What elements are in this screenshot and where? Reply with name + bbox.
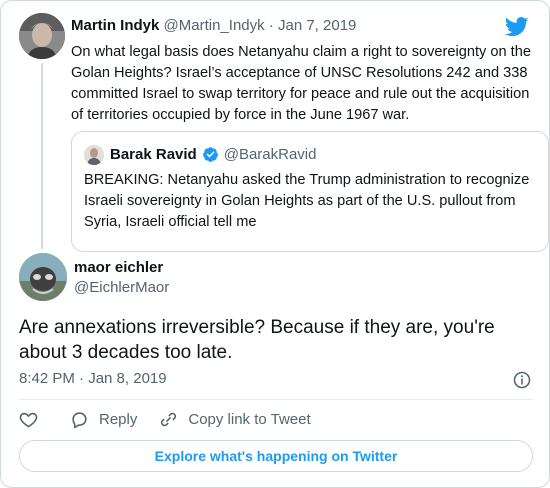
- reply-label: Reply: [99, 410, 138, 428]
- author-name[interactable]: maor eichler: [74, 259, 163, 276]
- quoted-tweet-text: BREAKING: Netanyahu asked the Trump admi…: [84, 172, 530, 230]
- avatar: [84, 145, 104, 165]
- author-name: Barak Ravid: [110, 146, 197, 163]
- parent-tweet-header: Martin Indyk @Martin_Indyk · Jan 7, 2019: [71, 17, 356, 34]
- main-tweet-text: Are annexations irreversible? Because if…: [19, 317, 495, 363]
- avatar[interactable]: [19, 253, 67, 301]
- like-button[interactable]: [19, 410, 48, 429]
- twitter-bird-icon[interactable]: [505, 17, 529, 37]
- tweet-actions: Reply Copy link to Tweet: [19, 408, 333, 430]
- info-icon[interactable]: [513, 371, 531, 389]
- explore-twitter-button[interactable]: Explore what's happening on Twitter: [19, 440, 533, 472]
- separator: ·: [268, 17, 274, 34]
- verified-badge-icon: [202, 147, 218, 162]
- author-handle: @BarakRavid: [223, 146, 317, 163]
- author-name[interactable]: Martin Indyk: [71, 17, 159, 34]
- author-handle[interactable]: @EichlerMaor: [74, 279, 169, 296]
- avatar[interactable]: [19, 13, 65, 59]
- author-handle[interactable]: @Martin_Indyk: [164, 17, 265, 34]
- tweet-date[interactable]: Jan 7, 2019: [278, 17, 356, 34]
- link-icon: [161, 412, 177, 426]
- quoted-tweet[interactable]: Barak Ravid @BarakRavid BREAKING: Netany…: [71, 131, 549, 252]
- heart-icon: [19, 412, 38, 427]
- tweet-timestamp[interactable]: 8:42 PM · Jan 8, 2019: [19, 370, 167, 387]
- divider: [19, 399, 533, 400]
- thread-connector-line: [41, 63, 43, 249]
- quoted-tweet-header: Barak Ravid @BarakRavid: [110, 146, 316, 163]
- reply-icon: [72, 411, 87, 428]
- parent-tweet-text: On what legal basis does Netanyahu claim…: [71, 44, 531, 123]
- reply-button[interactable]: Reply: [70, 410, 137, 429]
- copy-link-label: Copy link to Tweet: [188, 410, 311, 428]
- copy-link-button[interactable]: Copy link to Tweet: [159, 410, 311, 429]
- embedded-tweet-card: Martin Indyk @Martin_Indyk · Jan 7, 2019…: [0, 0, 550, 488]
